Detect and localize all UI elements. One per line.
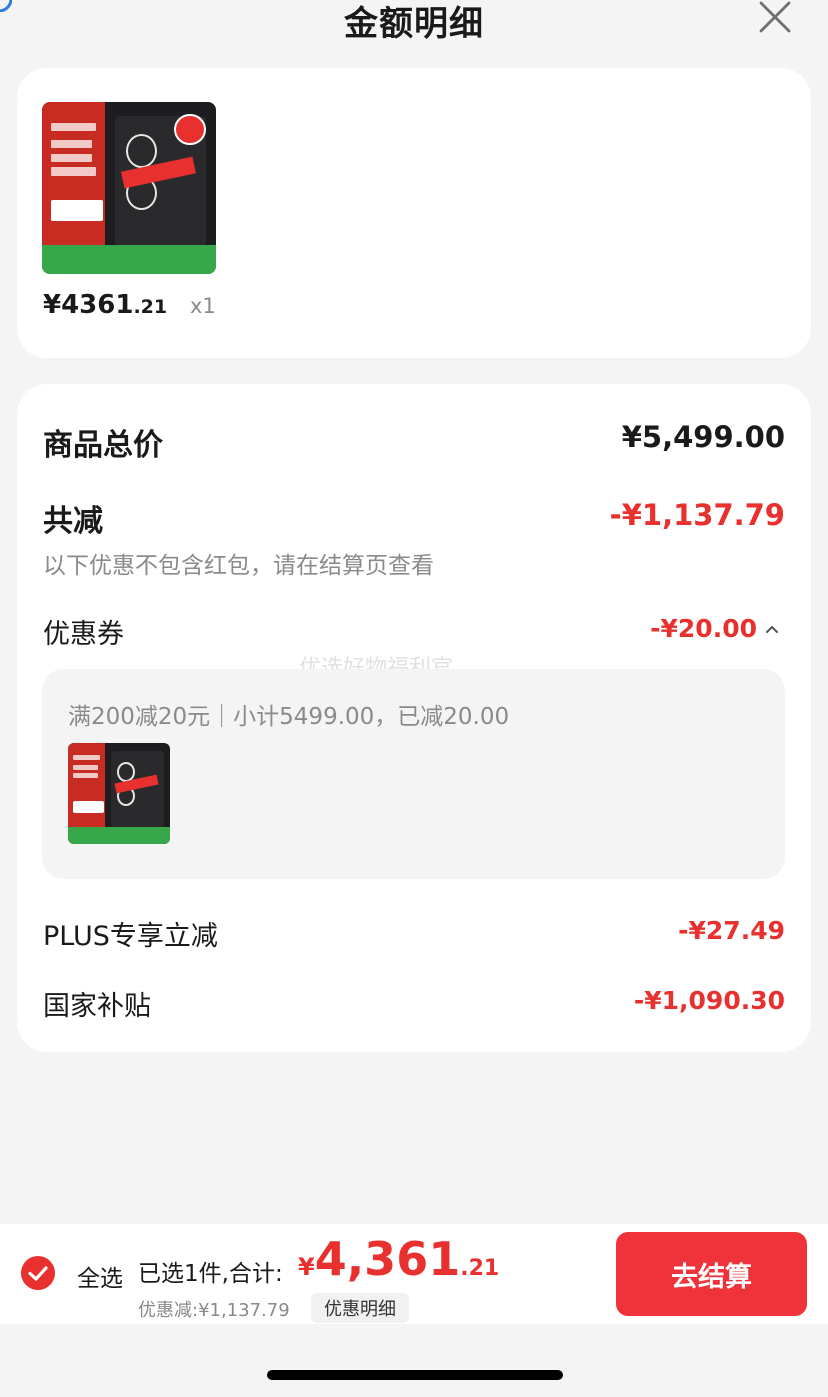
plus-discount-label: PLUS专享立减 <box>43 921 218 952</box>
coupon-value: -¥20.00 <box>650 614 757 643</box>
reduction-note: 以下优惠不包含红包，请在结算页查看 <box>43 553 434 579</box>
total-price-value: ¥5,499.00 <box>621 420 785 454</box>
total-reduction-label: 共减 <box>43 504 103 539</box>
price-summary-card: 商品总价 ¥5,499.00 共减 -¥1,137.79 以下优惠不包含红包，请… <box>17 384 811 1052</box>
select-all-label[interactable]: 全选 <box>77 1259 123 1293</box>
coupon-label: 优惠券 <box>43 619 124 650</box>
coupon-product-thumbnail[interactable] <box>68 743 170 844</box>
product-image[interactable] <box>42 102 216 274</box>
coupon-toggle[interactable]: -¥20.00 <box>650 614 779 643</box>
header: 金额明细 <box>0 0 828 60</box>
grand-total: ¥4,361.21 <box>298 1232 500 1286</box>
government-subsidy-value: -¥1,090.30 <box>633 986 785 1015</box>
product-quantity: x1 <box>190 294 216 318</box>
product-card: ¥4361.21 x1 <box>17 68 811 358</box>
close-icon[interactable] <box>758 0 792 34</box>
product-price: ¥4361.21 <box>43 290 168 320</box>
page-title: 金额明细 <box>344 4 484 44</box>
total-price-label: 商品总价 <box>43 428 163 463</box>
checkout-button[interactable]: 去结算 <box>616 1232 807 1316</box>
coupon-detail-text: 满200减20元｜小计5499.00，已减20.00 <box>68 704 510 730</box>
check-circle-icon[interactable] <box>21 1256 55 1290</box>
government-subsidy-label: 国家补贴 <box>43 991 151 1022</box>
chevron-up-icon[interactable] <box>765 624 779 634</box>
discount-total-note: 优惠减:¥1,137.79 <box>138 1300 290 1321</box>
checkout-bar: 全选 已选1件,合计: ¥4,361.21 优惠减:¥1,137.79 优惠明细… <box>0 1224 828 1324</box>
home-indicator[interactable] <box>267 1370 563 1380</box>
selected-count-text: 已选1件,合计: <box>138 1261 283 1287</box>
total-reduction-value: -¥1,137.79 <box>609 498 785 532</box>
plus-discount-value: -¥27.49 <box>678 916 785 945</box>
discount-detail-button[interactable]: 优惠明细 <box>311 1293 409 1323</box>
